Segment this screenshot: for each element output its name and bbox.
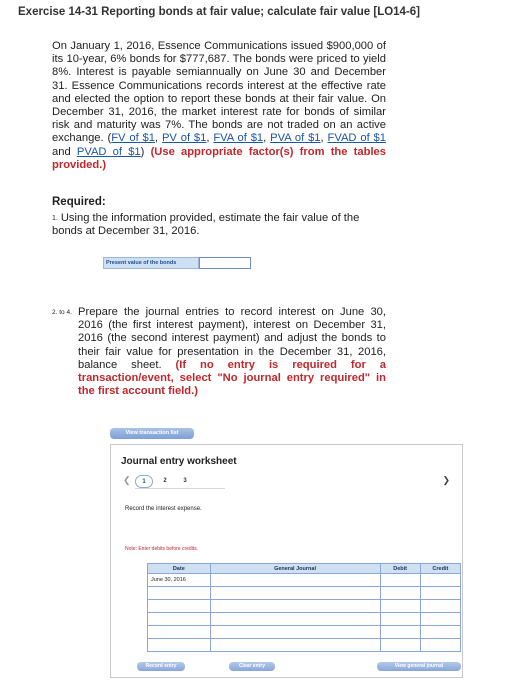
debit-cell[interactable] [379,638,421,652]
journal-entry-worksheet: Journal entry worksheet ❮ ❯ 1 2 3 Record… [110,444,463,678]
account-cell[interactable] [209,625,381,639]
view-transaction-list-button[interactable]: View transaction list [110,428,194,439]
clear-entry-button[interactable]: Clear entry [229,662,275,671]
exercise-title: Exercise 14-31 Reporting bonds at fair v… [18,6,421,18]
link-fva[interactable]: FVA of $1 [213,132,263,144]
debit-cell[interactable] [379,599,421,613]
step-3[interactable]: 3 [177,475,193,488]
date-cell: June 30, 2016 [147,573,211,587]
pv-input[interactable] [199,257,251,269]
required-heading: Required: [52,196,106,208]
step-2[interactable]: 2 [157,475,173,488]
problem-body: On January 1, 2016, Essence Communicatio… [52,40,386,145]
step-1[interactable]: 1 [135,475,153,488]
worksheet-title: Journal entry worksheet [121,456,237,467]
worksheet-note: Note: Enter debits before credits. [125,546,199,552]
credit-cell[interactable] [419,586,462,600]
link-pvad[interactable]: PVAD of $1 [77,146,141,158]
table-row [147,625,462,639]
col-credit: Credit [419,563,462,574]
table-row: June 30, 2016 [147,573,462,587]
table-row [147,599,462,613]
table-row [147,586,462,600]
debit-cell[interactable] [379,573,421,587]
pv-label: Present value of the bonds [103,257,199,269]
debit-cell[interactable] [379,586,421,600]
record-entry-button[interactable]: Record entry [137,662,185,671]
table-row [147,612,462,626]
credit-cell[interactable] [419,612,462,626]
step-navigator: 1 2 3 [135,475,197,488]
journal-table: Date General Journal Debit Credit June 3… [147,563,462,652]
link-pv[interactable]: PV of $1 [162,132,206,144]
worksheet-instruction: Record the interest expense. [125,506,202,512]
date-cell [147,625,211,639]
link-pva[interactable]: PVA of $1 [270,132,320,144]
link-fv[interactable]: FV of $1 [111,132,155,144]
pv-answer-row: Present value of the bonds [103,257,251,269]
req2-number: 2. to 4. [52,309,72,316]
table-row [147,638,462,652]
chevron-left-icon[interactable]: ❮ [123,475,131,486]
date-cell [147,612,211,626]
date-cell [147,638,211,652]
col-debit: Debit [379,563,421,574]
step-divider [135,488,225,489]
date-cell [147,599,211,613]
account-cell[interactable] [209,638,381,652]
requirement-2-4: 2. to 4. Prepare the journal entries to … [52,306,386,398]
problem-text: On January 1, 2016, Essence Communicatio… [52,40,387,171]
req1-number: 1. [52,215,58,222]
req1-text: Using the information provided, estimate… [52,212,360,238]
date-cell [147,586,211,600]
chevron-right-icon[interactable]: ❯ [442,475,450,486]
link-fvad[interactable]: FVAD of $1 [328,132,387,144]
col-general-journal: General Journal [209,563,381,574]
credit-cell[interactable] [419,638,462,652]
account-cell[interactable] [209,612,381,626]
requirement-1: 1. Using the information provided, estima… [52,212,386,238]
credit-cell[interactable] [419,573,462,587]
account-cell[interactable] [209,586,381,600]
account-cell[interactable] [209,599,381,613]
credit-cell[interactable] [419,599,462,613]
account-cell[interactable] [209,573,381,587]
debit-cell[interactable] [379,625,421,639]
debit-cell[interactable] [379,612,421,626]
credit-cell[interactable] [419,625,462,639]
col-date: Date [147,563,211,574]
view-general-journal-button[interactable]: View general journal [377,662,461,671]
